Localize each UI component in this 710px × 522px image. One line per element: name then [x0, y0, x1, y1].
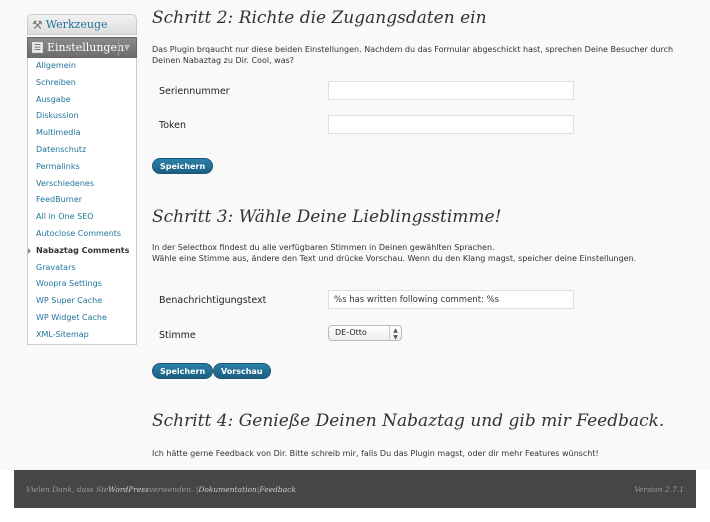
admin-page: ⚒ Werkzeuge ☰ Einstellungen ▼ Allgemein …	[0, 0, 710, 470]
chevron-down-icon[interactable]: ▼	[118, 39, 135, 56]
step2-heading: Schritt 2: Richte die Zugangsdaten ein	[152, 8, 487, 28]
settings-submenu: Allgemein Schreiben Ausgabe Diskussion M…	[27, 58, 137, 345]
sidebar-item-woopra-settings[interactable]: Woopra Settings	[28, 276, 136, 293]
sidebar-item-autoclose-comments[interactable]: Autoclose Comments	[28, 226, 136, 243]
footer-thanks-prefix: Vielen Dank, dass Sie	[26, 484, 109, 494]
step3-save-button[interactable]: Speichern	[152, 363, 214, 379]
step3-text: In der Selectbox findest du alle verfügb…	[152, 243, 637, 263]
settings-icon: ☰	[32, 42, 43, 53]
sidebar-item-gravatars[interactable]: Gravatars	[28, 260, 136, 277]
step2-save-button[interactable]: Speichern	[152, 158, 214, 174]
feedback-link[interactable]: Feedback	[259, 485, 296, 494]
sidebar-item-diskussion[interactable]: Diskussion	[28, 108, 136, 125]
wordpress-link[interactable]: WordPress	[108, 485, 149, 494]
sidebar-item-xml-sitemap[interactable]: XML-Sitemap	[28, 327, 136, 344]
select-arrows-icon: ▲ ▼	[389, 326, 401, 341]
sidebar-item-wp-super-cache[interactable]: WP Super Cache	[28, 293, 136, 310]
footer: Vielen Dank, dass Sie WordPress verwende…	[14, 470, 696, 508]
menu-settings-label: Einstellungen	[47, 41, 125, 54]
sidebar-item-nabaztag-comments[interactable]: Nabaztag Comments	[28, 243, 136, 260]
token-input[interactable]	[328, 115, 574, 134]
step4-heading: Schritt 4: Genieße Deinen Nabaztag und g…	[152, 411, 665, 431]
sidebar-item-permalinks[interactable]: Permalinks	[28, 159, 136, 176]
serial-input[interactable]	[328, 81, 574, 100]
footer-thanks-suffix: verwenden. |	[149, 484, 199, 494]
version-text: Version 2.7.1	[634, 484, 684, 494]
sidebar-item-multimedia[interactable]: Multimedia	[28, 125, 136, 142]
step2-text: Das Plugin brqaucht nur diese beiden Ein…	[152, 45, 674, 65]
sidebar-item-schreiben[interactable]: Schreiben	[28, 75, 136, 92]
documentation-link[interactable]: Dokumentation	[198, 485, 257, 494]
serial-label: Seriennummer	[159, 86, 230, 97]
voice-label: Stimme	[159, 330, 196, 341]
token-label: Token	[159, 120, 187, 131]
step4-text: Ich hätte gerne Feedback von Dir. Bitte …	[152, 449, 599, 458]
notify-text-input[interactable]	[328, 290, 574, 309]
sidebar-item-all-in-one-seo[interactable]: All in One SEO	[28, 209, 136, 226]
sidebar-item-allgemein[interactable]: Allgemein	[28, 58, 136, 75]
voice-select[interactable]: DE-Otto ▲ ▼	[328, 325, 402, 341]
step3-heading: Schritt 3: Wähle Deine Lieblingsstimme!	[152, 207, 502, 227]
sidebar-item-feedburner[interactable]: FeedBurner	[28, 192, 136, 209]
sidebar-item-verschiedenes[interactable]: Verschiedenes	[28, 176, 136, 193]
preview-button[interactable]: Vorschau	[213, 363, 271, 379]
notify-label: Benachrichtigungstext	[159, 295, 267, 306]
voice-select-value: DE-Otto	[335, 328, 367, 337]
menu-settings[interactable]: ☰ Einstellungen ▼	[27, 37, 137, 58]
sidebar-item-ausgabe[interactable]: Ausgabe	[28, 92, 136, 109]
sidebar-item-wp-widget-cache[interactable]: WP Widget Cache	[28, 310, 136, 327]
tools-icon: ⚒	[32, 17, 43, 32]
menu-tools[interactable]: ⚒ Werkzeuge	[27, 14, 137, 35]
menu-tools-label: Werkzeuge	[45, 18, 108, 31]
sidebar-item-datenschutz[interactable]: Datenschutz	[28, 142, 136, 159]
